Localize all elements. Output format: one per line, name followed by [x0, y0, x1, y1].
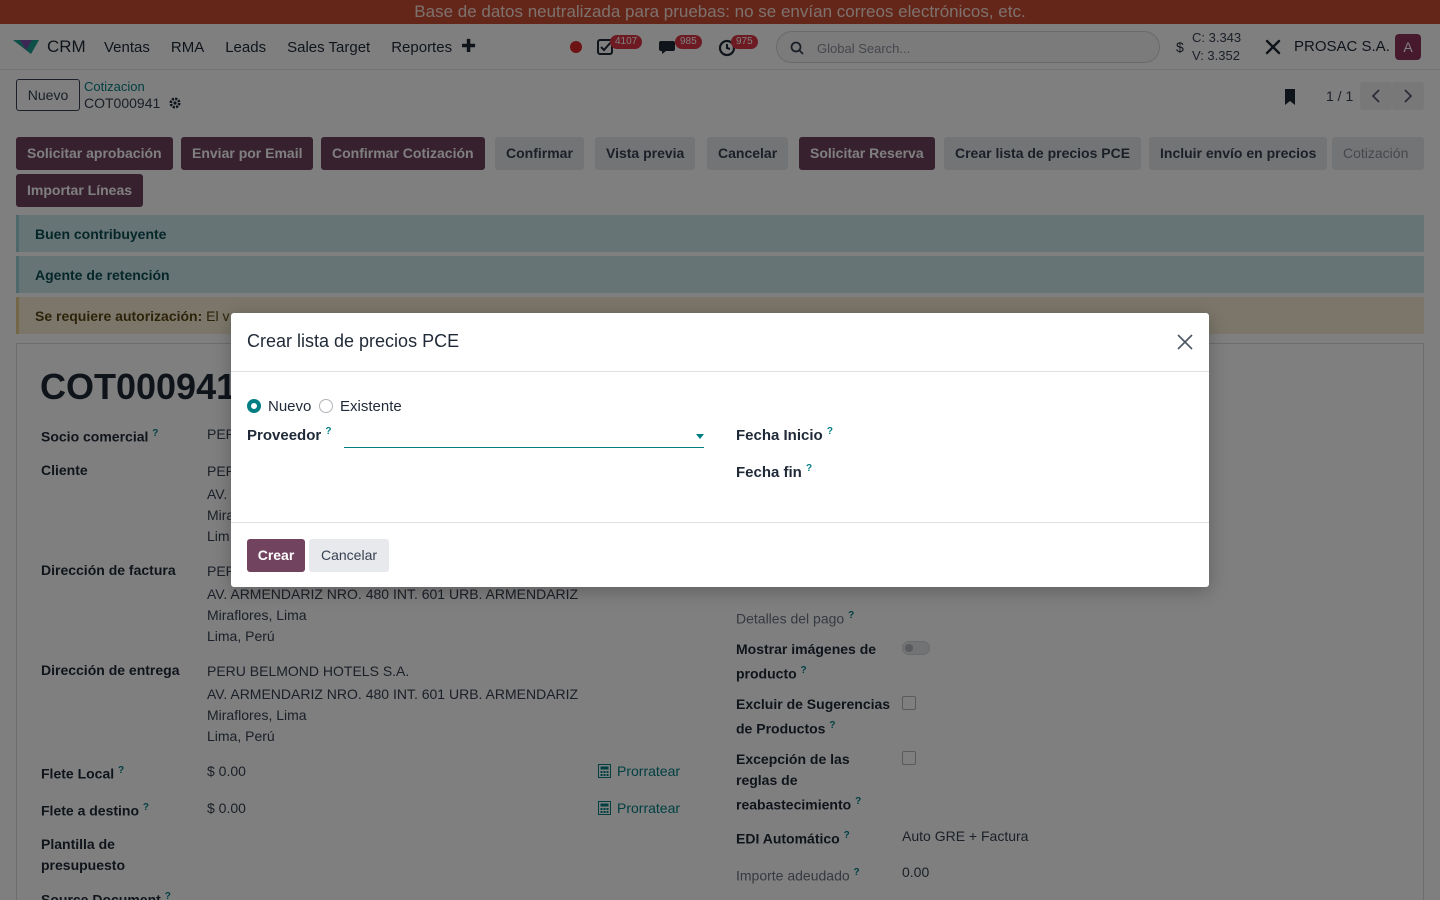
- modal-footer: Crear Cancelar: [231, 522, 1209, 587]
- help-icon[interactable]: ?: [325, 426, 331, 437]
- fecha-fin-label: Fecha fin ?: [736, 463, 812, 481]
- proveedor-select[interactable]: [344, 426, 704, 448]
- radio-nuevo-label[interactable]: Nuevo: [268, 398, 311, 415]
- proveedor-label: Proveedor ?: [247, 426, 331, 444]
- help-icon[interactable]: ?: [806, 463, 812, 474]
- modal-cancel-button[interactable]: Cancelar: [309, 539, 389, 572]
- crear-button[interactable]: Crear: [247, 539, 305, 572]
- modal-title: Crear lista de precios PCE: [247, 331, 460, 351]
- proveedor-label-text: Proveedor: [247, 427, 322, 444]
- fecha-fin-label-text: Fecha fin: [736, 464, 802, 481]
- close-icon[interactable]: [1177, 334, 1193, 350]
- radio-nuevo[interactable]: [247, 399, 261, 413]
- crear-lista-precios-dialog: Crear lista de precios PCE Nuevo Existen…: [231, 313, 1209, 587]
- radio-existente-label[interactable]: Existente: [340, 398, 402, 415]
- modal-header: Crear lista de precios PCE: [231, 313, 1209, 372]
- help-icon[interactable]: ?: [827, 426, 833, 437]
- radio-existente[interactable]: [319, 399, 333, 413]
- fecha-inicio-label: Fecha Inicio ?: [736, 426, 833, 444]
- fecha-inicio-label-text: Fecha Inicio: [736, 427, 823, 444]
- chevron-down-icon: [696, 434, 704, 439]
